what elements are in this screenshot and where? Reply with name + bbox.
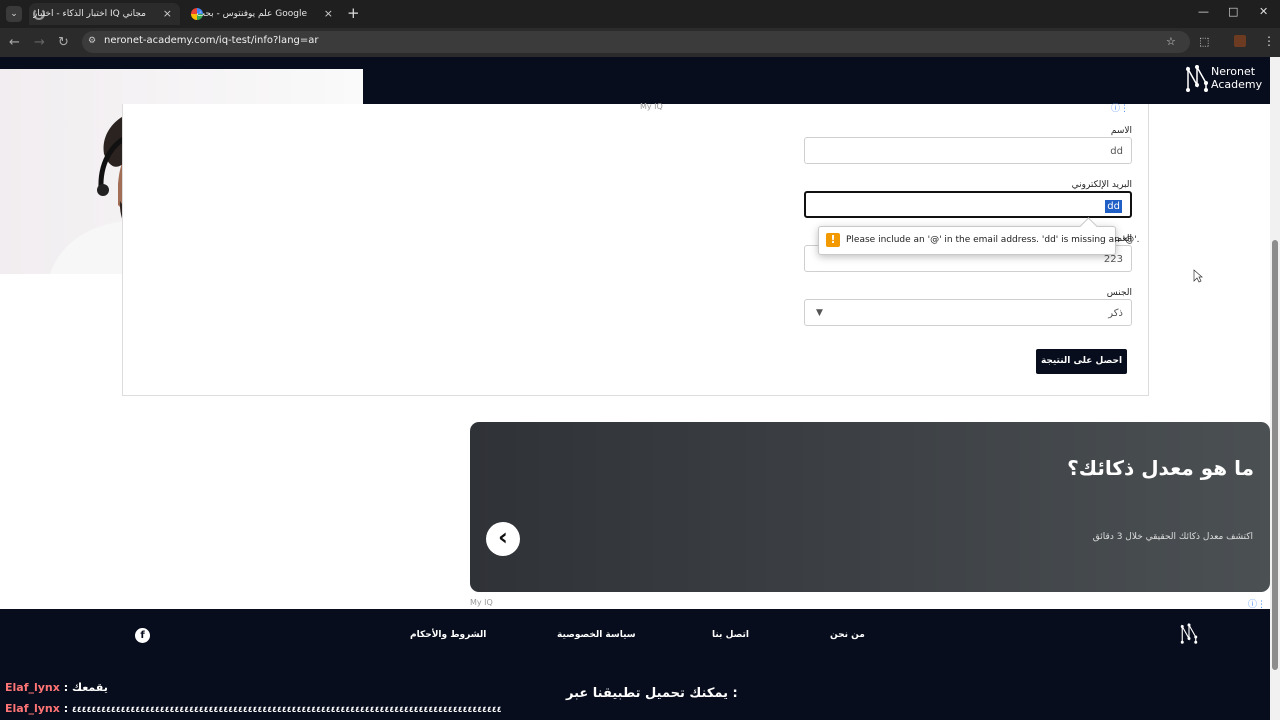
carousel-previous-button[interactable]: ‹ [486, 522, 520, 556]
reload-icon[interactable]: ↻ [58, 35, 69, 50]
chat-message-text: يقمعك [71, 681, 108, 694]
tab-list-menu-button[interactable]: ⌄ [6, 6, 22, 22]
close-tab-icon[interactable]: × [163, 3, 172, 25]
footer-contact-link[interactable]: اتصل بنا [712, 630, 749, 640]
email-label: البريد الإلكتروني [1071, 180, 1132, 190]
site-info-icon[interactable]: ⚙ [88, 36, 99, 47]
email-validation-tooltip: ! Please include an '@' in the email add… [818, 226, 1139, 255]
footer-logo-icon[interactable] [1180, 621, 1198, 647]
chat-separator: : [63, 681, 72, 694]
email-field[interactable]: dd [804, 191, 1132, 218]
name-label: الاسم [1110, 126, 1132, 136]
neronet-logo-icon [1186, 65, 1208, 92]
logo-line-2: Academy [1211, 78, 1263, 91]
warning-icon: ! [826, 233, 840, 247]
restore-button[interactable]: □ [1228, 5, 1238, 18]
gender-selected-value: ذكر [1108, 308, 1123, 319]
tab-iq-test[interactable]: اختبار الذكاء - اختبار IQ مجاني × [29, 3, 180, 25]
url-text[interactable]: neronet-academy.com/iq-test/info?lang=ar [104, 35, 319, 46]
scrollbar-thumb[interactable] [1272, 240, 1278, 670]
get-result-button[interactable]: احصل على النتيجة [1036, 349, 1127, 374]
browser-menu-icon[interactable]: ⋮ [1263, 34, 1275, 48]
iq-promo-banner[interactable]: ما هو معدل ذكائك؟ اكتشف معدل ذكائك الحقي… [470, 422, 1270, 592]
chevron-down-icon: ▼ [816, 308, 823, 318]
validation-message: Please include an '@' in the email addre… [846, 235, 1140, 245]
email-selected-text: dd [1105, 200, 1122, 213]
extensions-icon[interactable]: ⬚ [1199, 35, 1209, 48]
minimize-button[interactable]: — [1198, 5, 1209, 18]
promo-subtitle: اكتشف معدل ذكائك الحقيقي خلال 3 دقائق [1092, 532, 1253, 542]
forward-icon[interactable]: → [34, 35, 45, 50]
chat-message: Elaf_lynx : يقمعك [5, 681, 108, 694]
promo-title: ما هو معدل ذكائك؟ [1067, 456, 1254, 480]
myiq-label-bottom: My IQ [470, 598, 493, 607]
chat-separator: : [63, 702, 72, 715]
footer-privacy-link[interactable]: سياسة الخصوصية [557, 630, 636, 640]
new-tab-button[interactable]: + [347, 4, 360, 22]
browser-tab-strip: ⌄ اختبار الذكاء - اختبار IQ مجاني × علم … [0, 0, 1280, 28]
gender-label: الجنس [1106, 288, 1132, 298]
footer-terms-link[interactable]: الشروط والأحكام [410, 630, 486, 640]
app-download-text: يمكنك تحميل تطبيقنا عبر : [566, 686, 738, 701]
myiq-label-top: My IQ [640, 102, 663, 111]
close-window-button[interactable]: ✕ [1259, 5, 1268, 18]
tab-google-search[interactable]: علم يوفنتوس - بحث Google × [187, 3, 341, 25]
webpage: Neronet Academy My IQ ⓘ⋮ الاسم dd البريد… [0, 57, 1270, 720]
mouse-cursor-icon [1193, 269, 1203, 283]
footer-about-link[interactable]: من نحن [830, 630, 865, 640]
gender-select[interactable]: ▼ ذكر [804, 299, 1132, 326]
tab-title: اختبار الذكاء - اختبار IQ مجاني [32, 9, 146, 19]
logo-text: Neronet Academy [1211, 65, 1262, 91]
back-icon[interactable]: ← [9, 35, 20, 50]
profile-icon[interactable] [1234, 35, 1246, 47]
close-tab-icon[interactable]: × [324, 3, 333, 25]
tab-title: علم يوفنتوس - بحث Google [196, 9, 307, 19]
chat-message-text: ٤٤٤٤٤٤٤٤٤٤٤٤٤٤٤٤٤٤٤٤٤٤٤٤٤٤٤٤٤٤٤٤٤٤٤٤٤٤٤٤… [71, 705, 502, 714]
logo-line-1: Neronet [1211, 65, 1256, 78]
facebook-icon[interactable]: f [135, 628, 150, 643]
ad-info-icon[interactable]: ⓘ⋮ [1111, 101, 1129, 114]
chat-username: Elaf_lynx [5, 681, 60, 694]
chat-message: Elaf_lynx : ٤٤٤٤٤٤٤٤٤٤٤٤٤٤٤٤٤٤٤٤٤٤٤٤٤٤٤٤… [5, 702, 502, 715]
bookmark-star-icon[interactable]: ☆ [1166, 35, 1176, 48]
chat-username: Elaf_lynx [5, 702, 60, 715]
name-field[interactable]: dd [804, 137, 1132, 164]
